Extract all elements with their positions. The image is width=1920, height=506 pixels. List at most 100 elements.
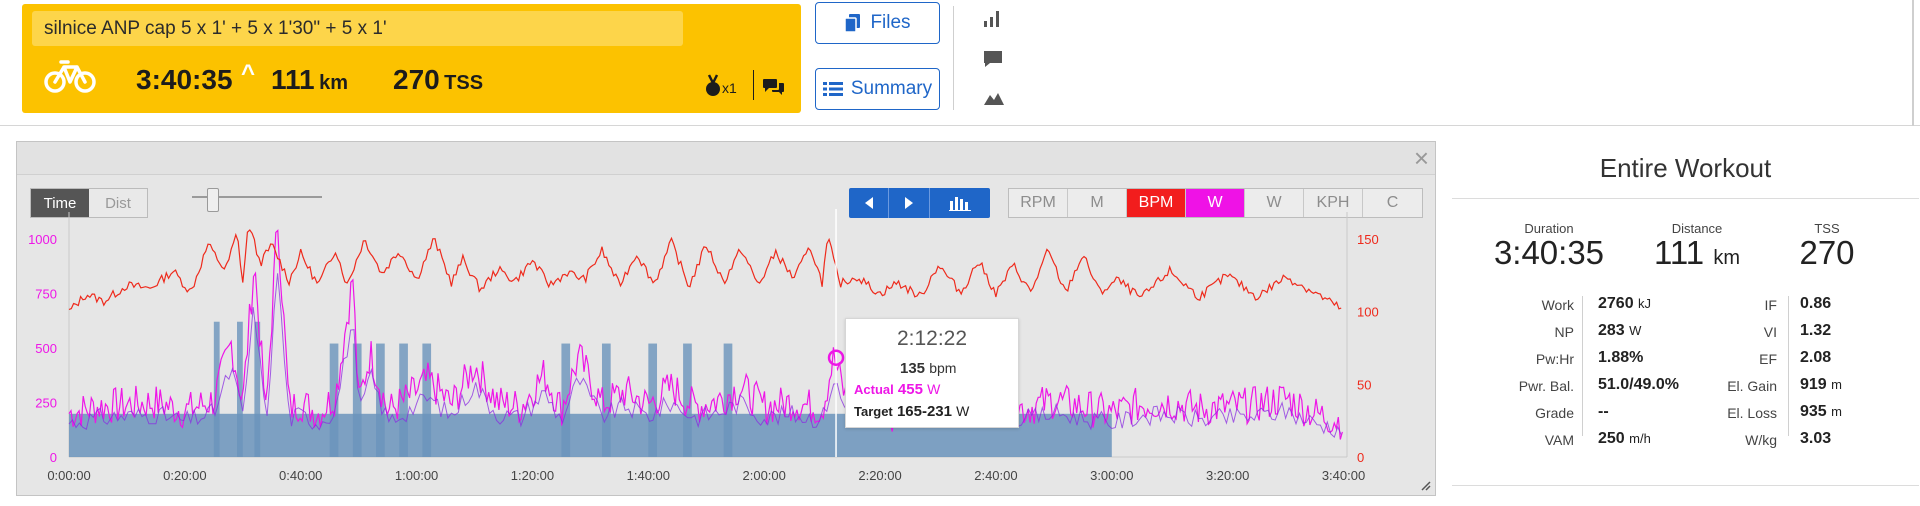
tooltip-actual-label: Actual <box>854 382 894 397</box>
workout-card[interactable]: silnice ANP cap 5 x 1' + 5 x 1'30" + 5 x… <box>22 4 801 113</box>
summary-right-label: VI <box>1763 324 1777 340</box>
target-interval-bar <box>561 343 571 457</box>
chart-tooltip: 2:12:22 135 bpm Actual 455 W Target 165-… <box>845 318 1019 428</box>
card-divider <box>753 70 754 100</box>
header-right-border <box>1912 0 1914 126</box>
summary-right-label: IF <box>1764 297 1777 313</box>
chat-bubbles-icon[interactable] <box>763 77 785 97</box>
x-tick-label: 2:40:00 <box>974 468 1017 483</box>
heart-rate-series-line <box>68 229 1342 311</box>
summary-title: Entire Workout <box>1599 153 1772 183</box>
y-right-tick-label: 50 <box>1357 377 1371 392</box>
summary-bottom-divider <box>1452 485 1919 486</box>
summary-left-label: VAM <box>1544 432 1574 448</box>
summary-left-value: 2760 kJ <box>1598 295 1652 312</box>
header-divider <box>953 6 954 110</box>
summary-left-value: 51.0/49.0% <box>1598 376 1679 393</box>
summary-duration: Duration 3:40:35 <box>1474 221 1624 270</box>
list-icon <box>822 82 843 96</box>
tooltip-hr-value: 135 <box>900 360 926 377</box>
tooltip-hr: 135 bpm <box>900 360 956 377</box>
tooltip-hr-unit: bpm <box>929 360 957 376</box>
y-left-tick-label: 500 <box>35 341 57 356</box>
map-elevation-icon[interactable] <box>983 90 1005 106</box>
bar-chart-icon[interactable] <box>983 8 1003 28</box>
files-button[interactable]: Files <box>815 2 940 44</box>
x-tick-label: 0:40:00 <box>279 468 322 483</box>
summary-right-value: 2.08 <box>1800 349 1832 366</box>
summary-left-value: 1.88% <box>1598 349 1644 366</box>
workout-header: silnice ANP cap 5 x 1' + 5 x 1'30" + 5 x… <box>0 0 1920 126</box>
summary-divider <box>1452 198 1919 199</box>
summary-right-value: 919 m <box>1800 376 1842 393</box>
summary-tss: TSS 270 <box>1752 221 1902 270</box>
summary-right-label: El. Gain <box>1727 378 1777 394</box>
y-left-tick-label: 1000 <box>28 232 57 247</box>
workout-distance: 111 km <box>271 64 348 95</box>
summary-left-value: 283 W <box>1598 322 1642 339</box>
summary-duration-value: 3:40:35 <box>1493 234 1605 271</box>
entire-workout-summary: Entire Workout Duration 3:40:35 Distance… <box>1452 141 1920 506</box>
medal-icon[interactable] <box>705 74 721 98</box>
summary-distance-value: 111 km <box>1653 234 1740 271</box>
summary-right-label: El. Loss <box>1727 405 1777 421</box>
files-button-label: Files <box>870 12 911 33</box>
y-left-tick-label: 0 <box>50 450 57 465</box>
x-tick-label: 2:20:00 <box>858 468 901 483</box>
tooltip-actual-unit: W <box>927 381 941 397</box>
tooltip-target: Target 165-231 W <box>854 403 969 420</box>
x-tick-label: 2:00:00 <box>743 468 786 483</box>
caret-up-icon: ^ <box>241 60 256 87</box>
comment-icon[interactable] <box>983 49 1003 69</box>
summary-left-divider <box>1582 296 1583 436</box>
x-tick-label: 1:00:00 <box>395 468 438 483</box>
summary-button-label: Summary <box>850 78 933 99</box>
resize-handle-icon[interactable] <box>1419 479 1431 491</box>
tooltip-actual-value: 455 <box>897 381 923 398</box>
tooltip-time: 2:12:22 <box>896 327 968 350</box>
summary-tss-value: 270 <box>1799 234 1855 271</box>
summary-right-label: W/kg <box>1745 432 1777 448</box>
files-icon <box>844 14 861 33</box>
target-interval-bar <box>352 343 362 457</box>
bike-icon <box>44 60 96 93</box>
tooltip-actual: Actual 455 W <box>854 381 940 398</box>
summary-right-value: 1.32 <box>1800 322 1832 339</box>
summary-right-label: EF <box>1759 351 1777 367</box>
summary-left-label: Work <box>1541 297 1574 313</box>
x-tick-label: 1:40:00 <box>627 468 670 483</box>
workout-duration: 3:40:35 <box>136 64 233 95</box>
y-left-tick-label: 750 <box>35 286 57 301</box>
x-tick-label: 0:20:00 <box>163 468 206 483</box>
x-tick-label: 3:00:00 <box>1090 468 1133 483</box>
summary-left-label: Pw:Hr <box>1535 351 1574 367</box>
target-interval-bar <box>648 343 658 457</box>
summary-left-label: Grade <box>1535 405 1574 421</box>
workout-chart[interactable]: 0 250 500 750 1000 0 50 100 150 0:00:00 0:20:00 0:4… <box>17 142 1437 497</box>
summary-left-label: Pwr. Bal. <box>1518 378 1574 394</box>
tooltip-target-label: Target <box>854 404 893 419</box>
summary-right-value: 935 m <box>1800 403 1842 420</box>
workout-tss: 270 TSS <box>393 64 484 95</box>
workout-title[interactable]: silnice ANP cap 5 x 1' + 5 x 1'30" + 5 x… <box>32 11 683 46</box>
summary-button[interactable]: Summary <box>815 68 940 110</box>
x-tick-label: 3:40:00 <box>1322 468 1365 483</box>
y-right-tick-label: 150 <box>1357 232 1379 247</box>
summary-right-divider <box>1788 296 1789 436</box>
summary-left-value: -- <box>1598 403 1609 420</box>
summary-right-value: 3.03 <box>1800 430 1832 447</box>
workout-graph-panel: × Time Dist RPM M BPM W W KPH C 0 250 500 7… <box>16 141 1436 496</box>
x-tick-label: 3:20:00 <box>1206 468 1249 483</box>
tooltip-target-value: 165-231 <box>896 403 952 420</box>
x-tick-label: 1:20:00 <box>511 468 554 483</box>
y-left-tick-label: 250 <box>35 395 57 410</box>
y-right-tick-label: 100 <box>1357 305 1379 320</box>
y-right-tick-label: 0 <box>1357 450 1364 465</box>
summary-distance: Distance 111 km <box>1622 221 1772 275</box>
medal-count: x1 <box>722 80 737 96</box>
summary-left-value: 250 m/h <box>1598 430 1651 447</box>
summary-right-value: 0.86 <box>1800 295 1832 312</box>
tooltip-target-unit: W <box>956 403 970 419</box>
summary-left-label: NP <box>1554 324 1574 340</box>
x-tick-label: 0:00:00 <box>47 468 90 483</box>
